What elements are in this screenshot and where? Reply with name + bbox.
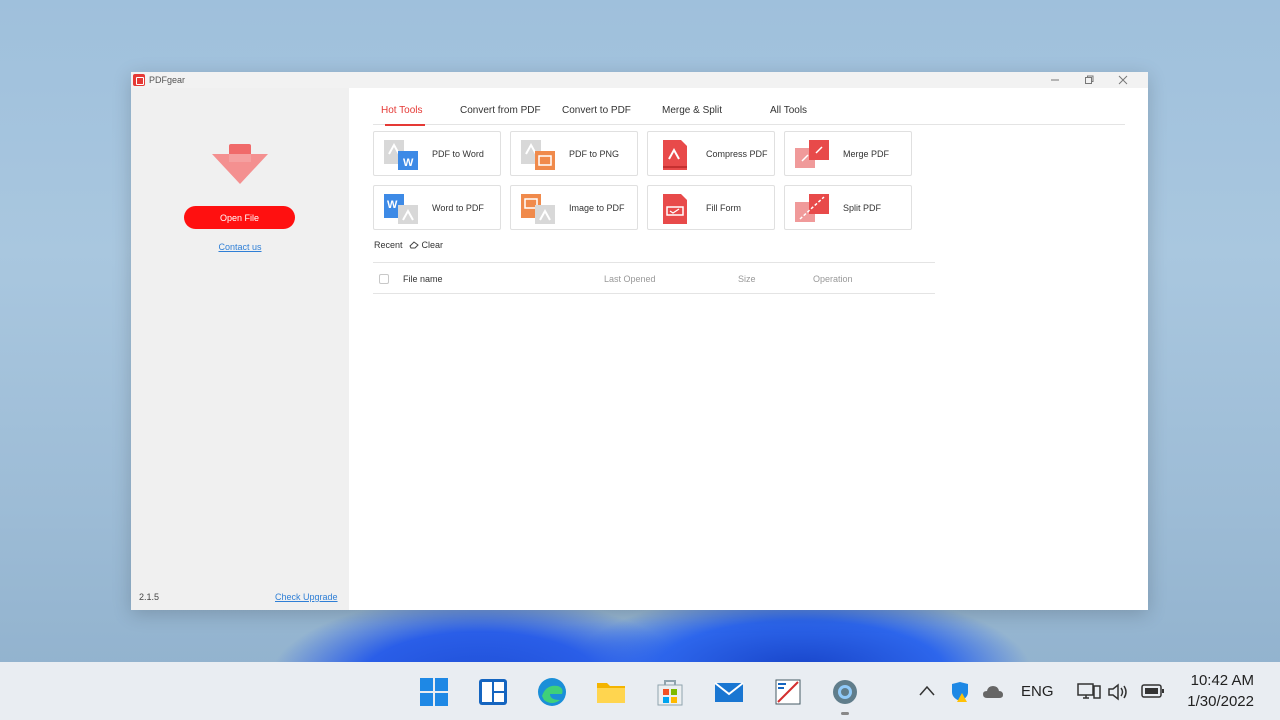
- tool-label: PDF to Word: [432, 149, 484, 159]
- chevron-up-icon[interactable]: [918, 684, 936, 698]
- tool-label: Image to PDF: [569, 203, 625, 213]
- tab-hot-tools[interactable]: Hot Tools: [381, 105, 425, 126]
- window-title: PDFgear: [149, 75, 186, 85]
- image-to-pdf-icon: [521, 194, 555, 224]
- tool-split-pdf[interactable]: Split PDF: [784, 185, 912, 230]
- clock-date[interactable]: 1/30/2022: [1172, 693, 1254, 710]
- pdf-to-word-icon: W: [384, 140, 418, 170]
- tool-word-to-pdf[interactable]: W Word to PDF: [373, 185, 501, 230]
- close-button[interactable]: [1106, 72, 1140, 88]
- open-file-arrow-icon: [212, 144, 268, 184]
- eraser-icon: [408, 241, 419, 249]
- recent-label: Recent: [374, 240, 403, 250]
- onedrive-icon[interactable]: [982, 684, 1004, 700]
- clock-time[interactable]: 10:42 AM: [1180, 672, 1254, 689]
- tool-label: Compress PDF: [706, 149, 768, 159]
- close-icon: [1118, 75, 1128, 85]
- tool-image-to-pdf[interactable]: Image to PDF: [510, 185, 638, 230]
- version-label: 2.1.5: [139, 592, 160, 602]
- clear-button[interactable]: Clear: [408, 240, 444, 250]
- column-last-opened[interactable]: Last Opened: [604, 274, 656, 284]
- battery-icon[interactable]: [1141, 684, 1165, 698]
- split-pdf-icon: [795, 194, 829, 222]
- tool-merge-pdf[interactable]: Merge PDF: [784, 131, 912, 176]
- mail-icon[interactable]: [713, 676, 745, 708]
- tool-label: Merge PDF: [843, 149, 890, 159]
- tab-bar: Hot Tools Convert from PDF Convert to PD…: [373, 98, 1125, 126]
- sidebar: Open File Contact us 2.1.5 Check Upgrade: [131, 88, 349, 610]
- column-file-name[interactable]: File name: [403, 274, 443, 284]
- tool-label: Word to PDF: [432, 203, 484, 213]
- edge-icon[interactable]: [536, 676, 568, 708]
- svg-text:W: W: [387, 199, 398, 211]
- restore-button[interactable]: [1072, 72, 1106, 88]
- main-panel: Hot Tools Convert from PDF Convert to PD…: [349, 88, 1148, 610]
- security-warning-icon[interactable]: [949, 681, 971, 703]
- volume-icon[interactable]: [1107, 683, 1129, 701]
- tool-compress-pdf[interactable]: Compress PDF: [647, 131, 775, 176]
- start-icon[interactable]: [418, 676, 450, 708]
- active-app-indicator: [841, 712, 849, 715]
- pdfgear-window: PDFgear Open File Contact us 2.1.5 Check…: [131, 72, 1148, 610]
- tool-pdf-to-word[interactable]: W PDF to Word: [373, 131, 501, 176]
- snipping-tool-icon[interactable]: [772, 676, 804, 708]
- title-bar[interactable]: PDFgear: [131, 72, 1148, 88]
- svg-text:W: W: [403, 157, 414, 169]
- recent-bar: Recent Clear: [374, 240, 443, 250]
- merge-pdf-icon: [795, 140, 829, 168]
- column-size[interactable]: Size: [738, 274, 756, 284]
- contact-us-link[interactable]: Contact us: [131, 242, 349, 252]
- recent-table-header: File name Last Opened Size Operation: [373, 262, 935, 294]
- settings-icon[interactable]: [829, 676, 861, 708]
- store-icon[interactable]: [654, 676, 686, 708]
- compress-pdf-icon: [663, 140, 687, 170]
- tab-convert-to-pdf[interactable]: Convert to PDF: [562, 105, 631, 116]
- fill-form-icon: [663, 194, 687, 224]
- restore-icon: [1085, 75, 1094, 84]
- language-indicator[interactable]: ENG: [1021, 683, 1054, 700]
- file-explorer-icon[interactable]: [595, 676, 627, 708]
- pdf-to-png-icon: [521, 140, 555, 170]
- minimize-button[interactable]: [1038, 72, 1072, 88]
- tool-label: Fill Form: [706, 203, 741, 213]
- tool-label: PDF to PNG: [569, 149, 620, 159]
- column-operation: Operation: [813, 274, 853, 284]
- minimize-icon: [1051, 79, 1059, 81]
- select-all-checkbox[interactable]: [379, 274, 389, 284]
- tool-label: Split PDF: [843, 203, 882, 213]
- tool-pdf-to-png[interactable]: PDF to PNG: [510, 131, 638, 176]
- network-icon[interactable]: [1077, 681, 1101, 703]
- pdfgear-logo-icon: [133, 74, 145, 86]
- taskbar: ENG 10:42 AM 1/30/2022: [0, 662, 1280, 720]
- word-to-pdf-icon: W: [384, 194, 418, 224]
- tab-convert-from-pdf[interactable]: Convert from PDF: [460, 105, 541, 116]
- check-upgrade-link[interactable]: Check Upgrade: [275, 592, 338, 602]
- clear-label: Clear: [421, 240, 444, 250]
- tab-all-tools[interactable]: All Tools: [770, 105, 807, 116]
- tab-merge-split[interactable]: Merge & Split: [662, 105, 722, 116]
- widgets-icon[interactable]: [477, 676, 509, 708]
- open-file-button[interactable]: Open File: [184, 206, 295, 229]
- tool-fill-form[interactable]: Fill Form: [647, 185, 775, 230]
